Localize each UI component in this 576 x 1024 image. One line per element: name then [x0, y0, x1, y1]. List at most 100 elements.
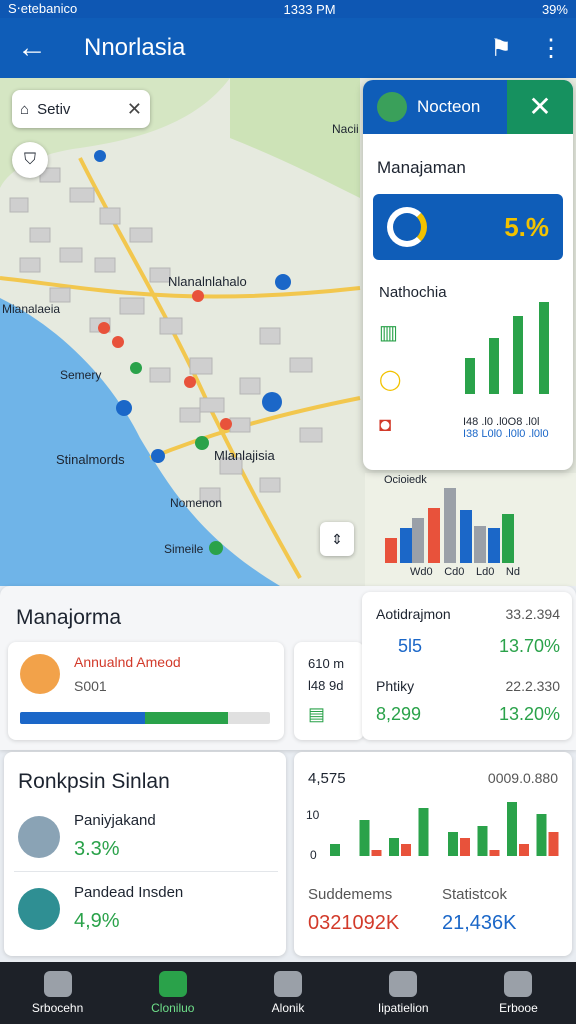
chart-card: 4,575 0009.0.880 10 0 Suddemems 0321092K… [294, 752, 572, 956]
panel-footer-2: I38 L0l0 .l0l0 .l0l0 [463, 428, 549, 440]
map-top-label: Nacii [332, 122, 359, 136]
nav-camera[interactable]: Iipatielion [346, 962, 461, 1024]
app-title: Nnorlasia [84, 34, 186, 61]
mini-value-2: l48 9d [308, 678, 344, 693]
chart-bar [389, 838, 399, 856]
map-label-7: Simeile [164, 542, 204, 556]
info-panel: Nocteon ✕ Manajaman 5.% Nathochia ▥ ◯ ◘ … [363, 80, 573, 470]
nav-home[interactable]: Srbocehn [0, 962, 115, 1024]
panel-footer: I48 .l0 .l0O8 .l0l I38 L0l0 .l0l0 .l0l0 [463, 416, 549, 440]
annual-title: Annualnd Ameod [74, 654, 181, 670]
chart-bar [536, 814, 547, 856]
map-label-6: Nomenon [170, 496, 223, 510]
back-arrow-icon[interactable]: ← [0, 18, 64, 78]
map-chart-caption: Ocioiedk [384, 474, 427, 486]
stat2-label: Statistcok [442, 886, 508, 903]
stats-row1-label: Aotidrajmon [376, 606, 451, 622]
more-icon[interactable]: ⋮ [526, 34, 576, 63]
progress-blue [20, 712, 145, 724]
chart-bar [507, 802, 517, 856]
annual-value: S001 [74, 678, 107, 694]
stats-row2-value: 22.2.330 [505, 678, 561, 694]
stat1-label: Suddemems [308, 886, 393, 903]
main-card-title: Manajorma [16, 606, 122, 629]
mini-card: 610 m l48 9d ▤ [294, 642, 364, 740]
chart-tick-10: 10 [306, 808, 320, 822]
chart-bar [548, 832, 559, 856]
panel-footer-1: I48 .l0 .l0O8 .l0l [463, 416, 540, 428]
mini-value-1: 610 m [308, 656, 345, 671]
compass-icon[interactable]: ⇕ [320, 522, 354, 556]
carrier: S‧etebanico [8, 1, 78, 16]
close-icon[interactable]: ✕ [507, 80, 573, 134]
stats-row2-sub: 8,299 [376, 704, 422, 724]
ranking-title: Ronkpsin Sinlan [18, 770, 170, 793]
nav-user-label: Erbooe [499, 1001, 538, 1015]
panel-bar-chart [465, 302, 549, 394]
map-label-5: Mlanlajisia [214, 448, 275, 463]
ranking-item-1-pct: 3.3% [74, 838, 120, 860]
percent-value: 5.% [504, 211, 549, 242]
map-search-chip[interactable]: ⌂ Setiv ✕ [12, 90, 150, 128]
nav-camera-label: Iipatielion [377, 1001, 429, 1015]
ranking-card: Ronkpsin Sinlan Paniyjakand 3.3% Pandead… [4, 752, 286, 956]
chart-bar [448, 832, 458, 856]
nav-home-label: Srbocehn [31, 1001, 84, 1015]
share-icon[interactable]: ⚑ [476, 34, 526, 63]
panel-title: Nocteon [417, 97, 481, 116]
face-icon [274, 971, 302, 997]
nav-user[interactable]: Erbooe [461, 962, 576, 1024]
panel-section: Nathochia [379, 284, 447, 301]
chart-tick-0: 0 [310, 848, 317, 862]
stack-icon: ▤ [308, 704, 326, 724]
close-icon[interactable]: ✕ [127, 99, 142, 120]
progress-green [145, 712, 228, 724]
ranking-item-1[interactable]: Paniyjakand 3.3% [14, 806, 278, 872]
building-icon: ▥ [379, 322, 398, 344]
map-label-4: Stinalmords [56, 452, 125, 467]
annual-card[interactable]: Annualnd Ameod S001 [8, 642, 284, 740]
bar-chart [330, 802, 559, 856]
stats-row1-pct: 13.70% [498, 636, 560, 656]
chart-bar [519, 844, 529, 856]
axis-label: Cd0 [444, 566, 465, 578]
museum-icon [18, 816, 60, 858]
battery: 39% [541, 1, 568, 17]
search-text: Setiv [37, 100, 71, 118]
location-icon[interactable]: ⛉ [12, 142, 48, 178]
chart-bar [460, 838, 470, 856]
home-icon [43, 971, 72, 997]
axis-label: Nd [505, 566, 520, 578]
temple-icon: ⌂ [20, 100, 30, 118]
ranking-item-2[interactable]: Pandead Insden 4,9% [14, 878, 278, 944]
stat1-value: 0321092K [308, 912, 400, 934]
user-icon [504, 971, 533, 997]
axis-label: Wd0 [410, 566, 433, 578]
chart-left-top: 4,575 [308, 770, 346, 787]
panel-subtitle: Manajaman [377, 158, 466, 177]
badge-icon: ◘ [379, 414, 392, 436]
check-icon [158, 971, 187, 997]
donut-icon: ◯ [379, 369, 402, 391]
stats-row1-sub: 5l5 [398, 636, 423, 656]
stats-row2-label: Phtiky [376, 678, 415, 694]
map-label-2: Mianalaeia [2, 302, 61, 316]
camera-icon [389, 971, 418, 997]
chart-bar [359, 820, 370, 856]
nav-profile[interactable]: Alonik [230, 962, 345, 1024]
chart-bar [330, 844, 340, 856]
status-bar: S‧etebanico 1333 PM 39% [0, 0, 576, 18]
panel-icons: ▥ ◯ ◘ [379, 320, 401, 437]
app-bar: ← Nnorlasia ⚑ ⋮ [0, 18, 576, 78]
map-label-3: Semery [60, 368, 102, 382]
map-axis: Wd0 Cd0 Ld0 Nd [410, 566, 520, 578]
stats-row2-pct: 13.20% [498, 704, 560, 724]
ranking-item-1-name: Paniyjakand [74, 812, 156, 829]
nav-check[interactable]: Cloniluo [115, 962, 230, 1024]
nav-check-label: Cloniluo [151, 1001, 195, 1015]
logo-icon [377, 92, 407, 122]
axis-label: Ld0 [475, 566, 495, 578]
bottom-nav: Srbocehn Cloniluo Alonik Iipatielion Erb… [0, 962, 576, 1024]
temple-icon [18, 888, 60, 930]
ranking-item-2-pct: 4,9% [74, 910, 120, 932]
